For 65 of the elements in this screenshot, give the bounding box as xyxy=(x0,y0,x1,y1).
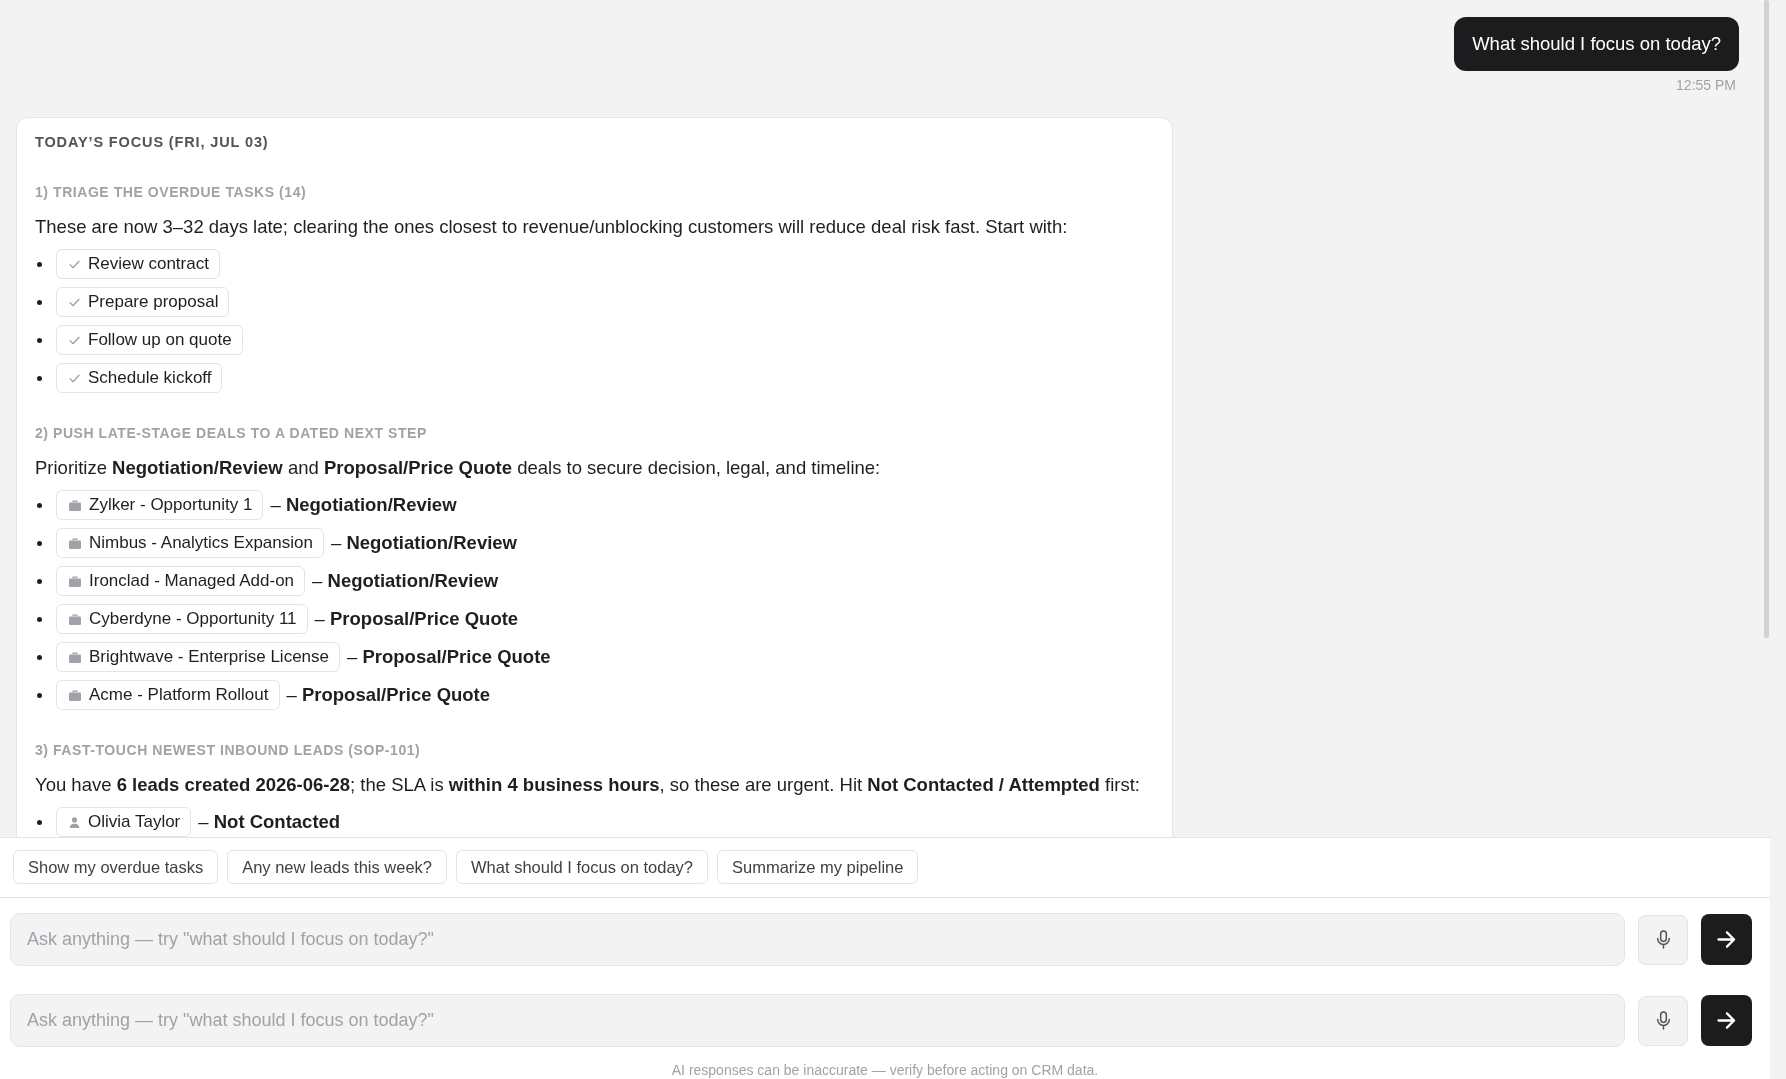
lead-chip[interactable]: Olivia Taylor xyxy=(56,807,192,837)
message-input[interactable]: Ask anything — try "what should I focus on today?" xyxy=(10,994,1625,1047)
briefcase-icon xyxy=(69,499,81,511)
bullet-icon xyxy=(37,819,42,825)
briefcase-icon xyxy=(69,613,81,625)
send-button[interactable] xyxy=(1701,995,1752,1046)
briefcase-icon xyxy=(69,575,81,587)
lead-status: – Not Contacted xyxy=(198,811,341,833)
task-chip[interactable]: Prepare proposal xyxy=(56,287,230,317)
deal-chip[interactable]: Ironclad - Managed Add-on xyxy=(56,566,306,596)
section-intro: You have 6 leads created 2026-06-28; the SLA is within 4 business hours, so these are urgent. Hit Not Contacted / Attempted first: xyxy=(35,773,1141,797)
microphone-icon xyxy=(1655,1011,1671,1030)
section-intro: These are now 3–32 days late; clearing the ones closest to revenue/unblocking customers will reduce deal risk fast. Start with: xyxy=(35,215,1069,239)
section-heading: 3) FAST-TOUCH NEWEST INBOUND LEADS (SOP-101) xyxy=(35,741,422,759)
scrollbar-thumb[interactable] xyxy=(1764,0,1769,638)
bullet-icon xyxy=(37,654,42,660)
deal-stage: – Proposal/Price Quote xyxy=(286,684,491,706)
bullet-icon xyxy=(37,616,42,622)
deal-chip[interactable]: Acme - Platform Rollout xyxy=(56,680,280,710)
bullet-icon xyxy=(37,261,42,267)
briefcase-icon xyxy=(69,537,81,549)
deal-stage: – Proposal/Price Quote xyxy=(314,608,519,630)
suggestion-button[interactable]: Summarize my pipeline xyxy=(717,850,919,884)
arrow-right-icon xyxy=(1717,1012,1736,1029)
section-intro: Prioritize Negotiation/Review and Proposal/Price Quote deals to secure decision, legal, and timeline: xyxy=(35,456,882,480)
task-chip[interactable]: Review contract xyxy=(56,249,220,279)
task-chip[interactable]: Schedule kickoff xyxy=(56,363,223,393)
microphone-icon xyxy=(1655,930,1671,949)
check-icon xyxy=(69,373,80,383)
deal-stage: – Negotiation/Review xyxy=(312,570,499,592)
bullet-icon xyxy=(37,375,42,381)
deal-stage: – Negotiation/Review xyxy=(330,532,517,554)
send-button[interactable] xyxy=(1701,914,1752,965)
section-heading: 1) TRIAGE THE OVERDUE TASKS (14) xyxy=(35,183,308,201)
check-icon xyxy=(69,259,80,269)
arrow-right-icon xyxy=(1717,931,1736,948)
mic-button[interactable] xyxy=(1638,914,1688,965)
deal-stage: – Proposal/Price Quote xyxy=(347,646,551,668)
bullet-icon xyxy=(37,337,42,343)
suggestion-button[interactable]: Show my overdue tasks xyxy=(13,850,219,884)
message-input[interactable]: Ask anything — try "what should I focus on today?" xyxy=(10,913,1625,966)
mic-button[interactable] xyxy=(1638,995,1688,1046)
check-icon xyxy=(69,297,80,307)
suggestion-button[interactable]: Any new leads this week? xyxy=(227,850,448,884)
section-heading: 2) PUSH LATE-STAGE DEALS TO A DATED NEXT STEP xyxy=(35,424,428,442)
disclaimer-text: AI responses can be inaccurate — verify before acting on CRM data. xyxy=(670,1062,1100,1078)
message-time: 12:55 PM xyxy=(1676,77,1736,93)
task-chip[interactable]: Follow up on quote xyxy=(56,325,243,355)
deal-chip[interactable]: Zylker - Opportunity 1 xyxy=(56,490,264,520)
check-icon xyxy=(69,335,80,345)
suggestion-button[interactable]: What should I focus on today? xyxy=(456,850,708,884)
deal-chip[interactable]: Nimbus - Analytics Expansion xyxy=(56,528,324,558)
bullet-icon xyxy=(37,299,42,305)
user-message: What should I focus on today? xyxy=(1454,17,1739,71)
bullet-icon xyxy=(37,540,42,546)
deal-chip[interactable]: Brightwave - Enterprise License xyxy=(56,642,340,672)
briefcase-icon xyxy=(69,689,81,701)
person-icon xyxy=(69,816,80,828)
bullet-icon xyxy=(37,578,42,584)
response-title: TODAY’S FOCUS (FRI, JUL 03) xyxy=(35,133,270,152)
briefcase-icon xyxy=(69,651,81,663)
deal-stage: – Negotiation/Review xyxy=(270,494,457,516)
bullet-icon xyxy=(37,692,42,698)
bullet-icon xyxy=(37,502,42,508)
deal-chip[interactable]: Cyberdyne - Opportunity 11 xyxy=(56,604,308,634)
